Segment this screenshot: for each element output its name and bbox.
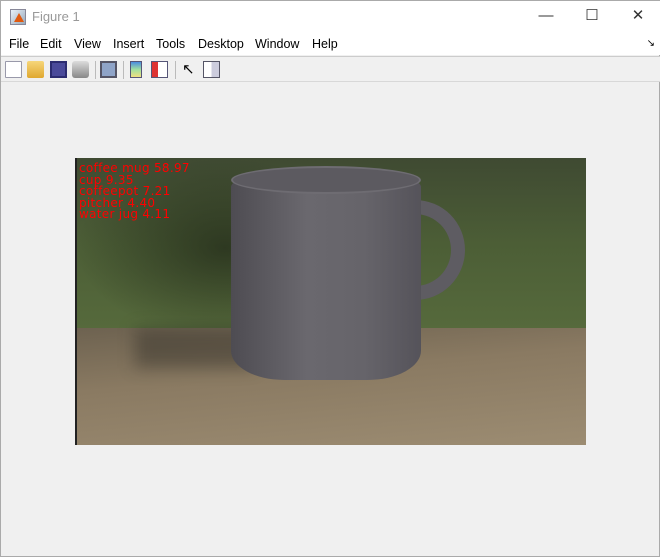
menu-window[interactable]: Window	[255, 37, 299, 51]
print-icon[interactable]	[72, 61, 89, 78]
minimize-button[interactable]: —	[523, 1, 569, 33]
maximize-button[interactable]: ☐	[569, 1, 615, 33]
image-display: coffee mug 58.97 cup 9.35 coffeepot 7.21…	[75, 158, 586, 445]
open-file-icon[interactable]	[27, 61, 44, 78]
title-bar: Figure 1 — ☐ ✕	[1, 1, 660, 33]
property-inspector-icon[interactable]	[203, 61, 220, 78]
colorbar-icon[interactable]	[130, 61, 142, 78]
close-button[interactable]: ✕	[615, 1, 660, 33]
matlab-icon	[10, 9, 26, 25]
separator	[95, 61, 96, 79]
menu-help[interactable]: Help	[312, 37, 338, 51]
mug-rim	[231, 166, 421, 194]
menu-file[interactable]: File	[9, 37, 29, 51]
new-figure-icon[interactable]	[5, 61, 22, 78]
menu-edit[interactable]: Edit	[40, 37, 62, 51]
save-icon[interactable]	[50, 61, 67, 78]
separator	[123, 61, 124, 79]
link-plot-icon[interactable]	[100, 61, 117, 78]
toolbar: ↖	[1, 56, 660, 82]
menu-bar: File Edit View Insert Tools Desktop Wind…	[1, 33, 660, 55]
dock-arrow-icon[interactable]: ↘	[647, 38, 655, 49]
separator	[175, 61, 176, 79]
mug-body	[231, 170, 421, 380]
prediction-labels: coffee mug 58.97 cup 9.35 coffeepot 7.21…	[79, 162, 190, 221]
menu-tools[interactable]: Tools	[156, 37, 185, 51]
legend-icon[interactable]	[151, 61, 168, 78]
menu-view[interactable]: View	[74, 37, 101, 51]
menu-desktop[interactable]: Desktop	[198, 37, 244, 51]
window-title: Figure 1	[32, 9, 80, 24]
prediction-5: water jug 4.11	[79, 207, 171, 221]
menu-insert[interactable]: Insert	[113, 37, 144, 51]
pointer-icon[interactable]: ↖	[182, 61, 199, 78]
image-edge	[75, 158, 77, 445]
